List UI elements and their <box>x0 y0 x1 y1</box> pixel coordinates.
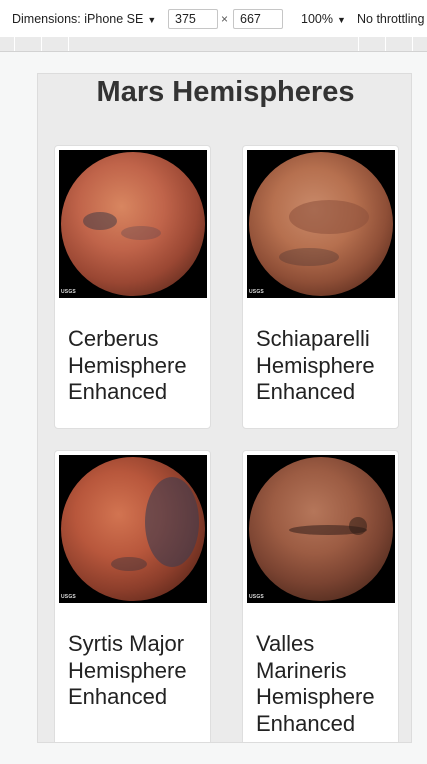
usgs-logo: USGS <box>61 594 76 600</box>
hemisphere-title[interactable]: Schiaparelli Hemisphere Enhanced <box>256 326 396 406</box>
page-title: Mars Hemispheres <box>96 76 355 108</box>
hemisphere-image-schiaparelli[interactable]: USGS <box>247 150 395 298</box>
hemisphere-card-syrtis-major[interactable]: USGS Syrtis Major Hemisphere Enhanced <box>54 450 211 742</box>
hemisphere-title[interactable]: Cerberus Hemisphere Enhanced <box>68 326 208 406</box>
hemisphere-image-syrtis-major[interactable]: USGS <box>59 455 207 603</box>
hemisphere-title[interactable]: Syrtis Major Hemisphere Enhanced <box>68 631 208 711</box>
ruler-tick <box>358 37 359 51</box>
hemisphere-image-valles-marineris[interactable]: USGS <box>247 455 395 603</box>
caret-down-icon: ▼ <box>147 15 157 25</box>
ruler-tick <box>41 37 42 51</box>
page-container: Mars Hemispheres USGS Cerberus Hemispher… <box>37 73 412 743</box>
usgs-logo: USGS <box>249 289 264 295</box>
zoom-dropdown[interactable]: 100% ▼ <box>301 12 346 26</box>
usgs-logo: USGS <box>249 594 264 600</box>
viewport-height-input[interactable]: 667 <box>233 9 283 29</box>
media-query-ruler[interactable] <box>0 37 427 52</box>
surface-feature <box>111 557 147 571</box>
hemisphere-card-schiaparelli[interactable]: USGS Schiaparelli Hemisphere Enhanced <box>242 145 399 429</box>
mars-globe <box>61 152 205 296</box>
hemisphere-card-cerberus[interactable]: USGS Cerberus Hemisphere Enhanced <box>54 145 211 429</box>
usgs-logo: USGS <box>61 289 76 295</box>
throttling-dropdown[interactable]: No throttling <box>357 12 424 26</box>
device-dimensions-label: Dimensions: iPhone SE <box>12 12 144 26</box>
surface-feature <box>83 212 117 230</box>
hemisphere-card-valles-marineris[interactable]: USGS Valles Marineris Hemisphere Enhance… <box>242 450 399 742</box>
surface-feature <box>349 517 367 535</box>
zoom-label: 100% <box>301 12 333 26</box>
ruler-tick <box>14 37 15 51</box>
ruler-tick <box>385 37 386 51</box>
surface-feature <box>121 226 161 240</box>
devtools-device-toolbar: Dimensions: iPhone SE ▼ 375 × 667 100% ▼ N… <box>0 0 427 38</box>
surface-feature <box>145 477 199 567</box>
mars-globe <box>249 457 393 601</box>
caret-down-icon: ▼ <box>336 15 346 25</box>
mars-globe <box>249 152 393 296</box>
ruler-tick <box>68 37 69 51</box>
hemisphere-title[interactable]: Valles Marineris Hemisphere Enhanced <box>256 631 396 737</box>
device-dimensions-dropdown[interactable]: Dimensions: iPhone SE ▼ <box>12 12 156 26</box>
hemisphere-image-cerberus[interactable]: USGS <box>59 150 207 298</box>
surface-feature <box>289 200 369 234</box>
times-separator: × <box>221 12 229 26</box>
surface-feature <box>279 248 339 266</box>
ruler-tick <box>412 37 413 51</box>
mars-globe <box>61 457 205 601</box>
viewport-width-input[interactable]: 375 <box>168 9 218 29</box>
